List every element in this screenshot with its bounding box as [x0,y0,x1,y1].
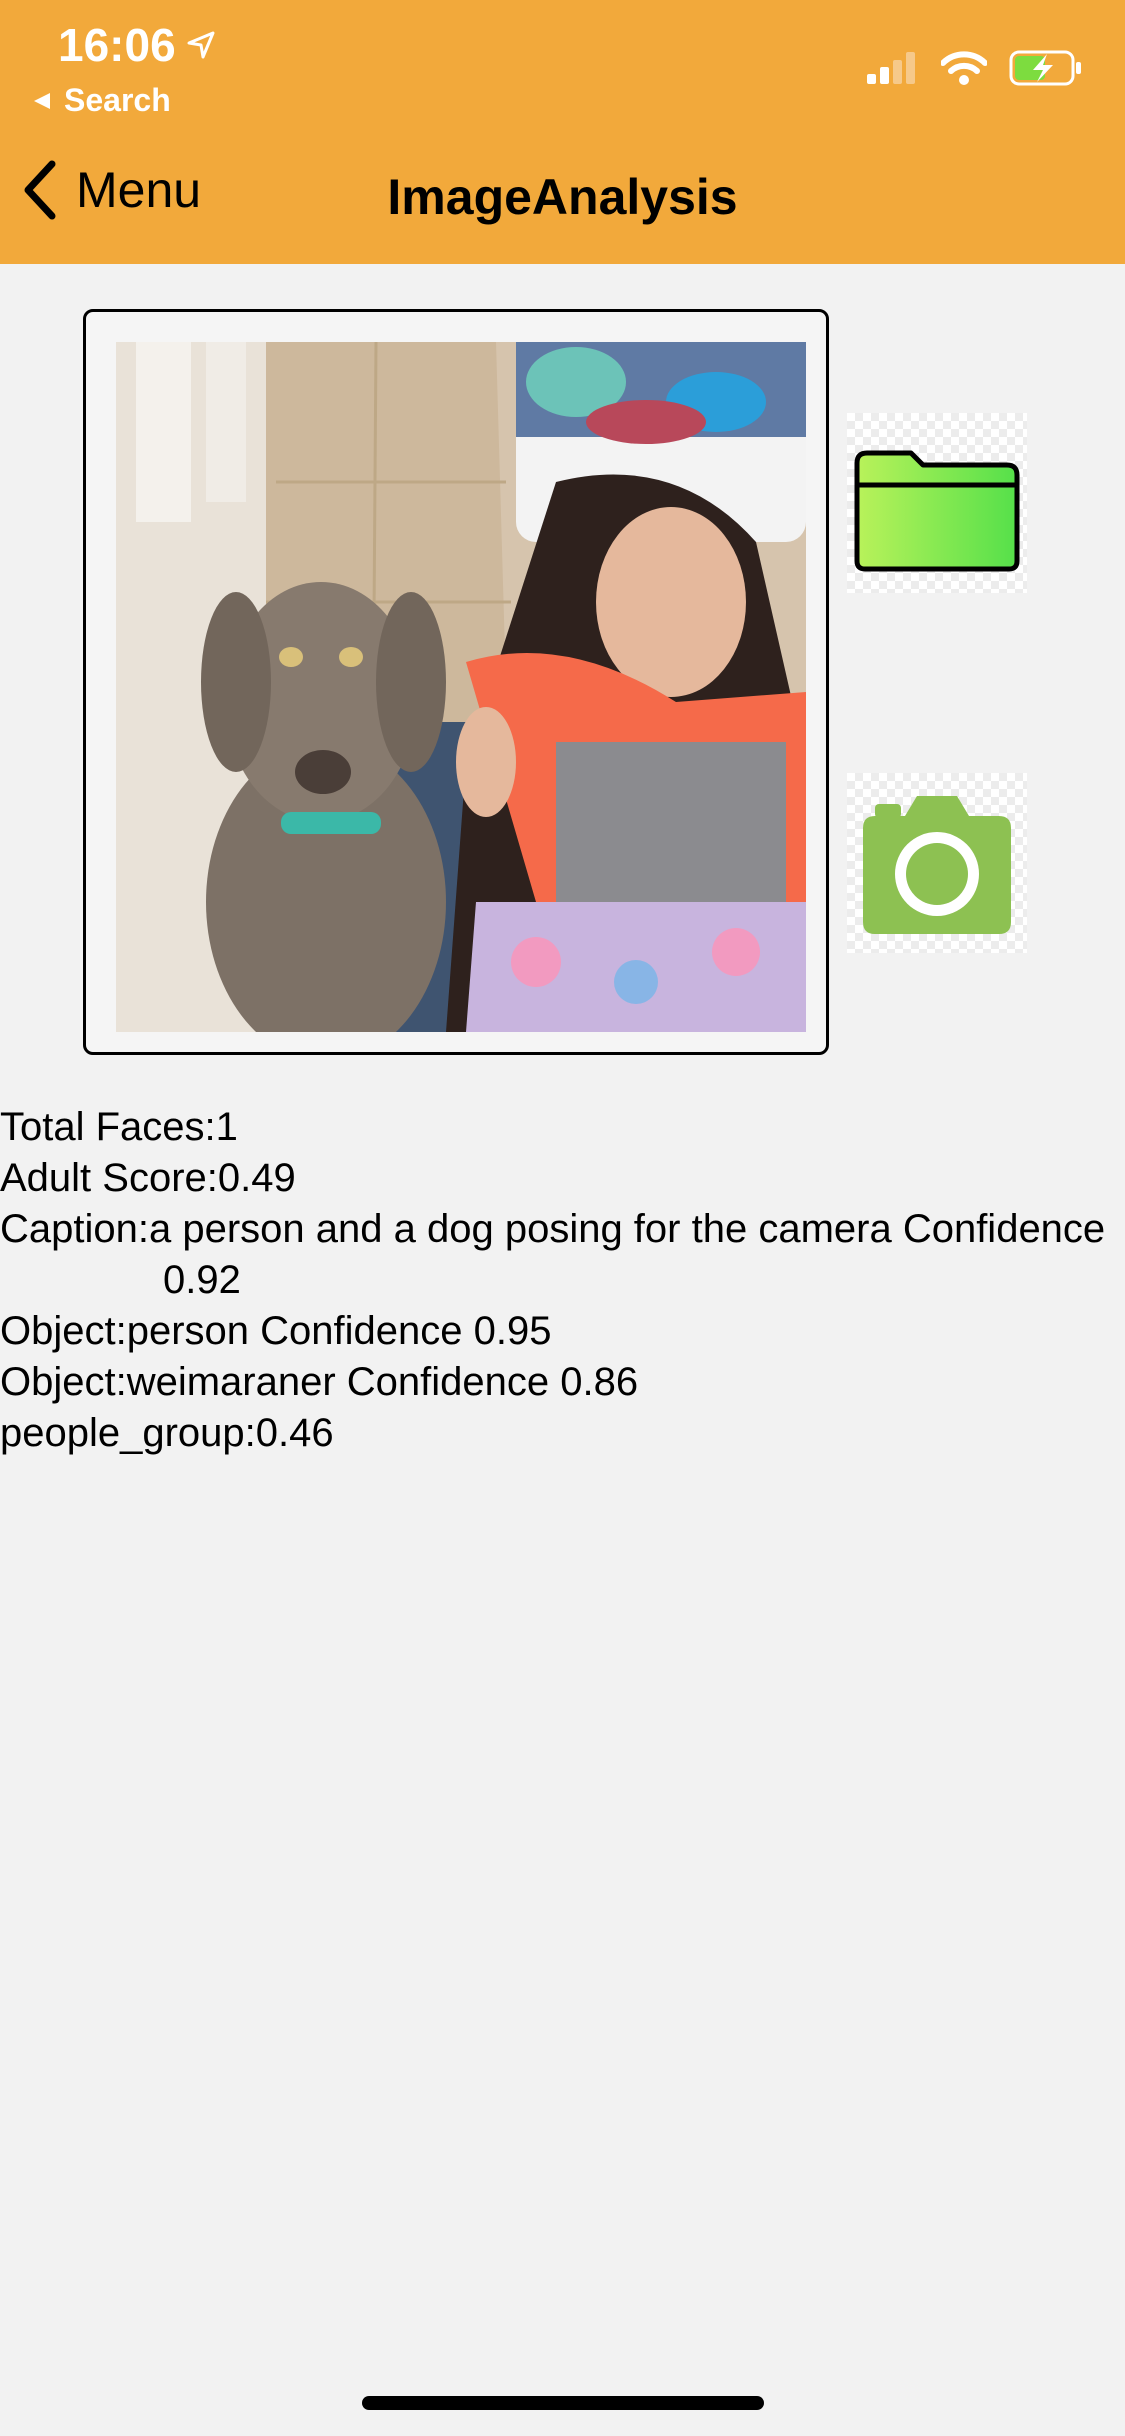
wifi-icon [941,51,987,85]
signal-icon [867,52,915,84]
back-to-search[interactable]: Search [32,82,171,119]
caption-text: Caption:a person and a dog posing for th… [0,1207,1106,1251]
object-weimaraner-text: Object:weimaraner Confidence 0.86 [0,1360,639,1404]
page-title: ImageAnalysis [387,169,738,225]
location-arrow-icon [187,31,215,59]
open-folder-button[interactable] [847,413,1027,593]
people-group-text: people_group:0.46 [0,1411,334,1455]
back-to-search-label: Search [64,82,171,118]
navigation-header: 16:06 Search Menu ImageAnalysis [0,0,1125,264]
analyzed-photo [116,342,806,1032]
adult-score-text: Adult Score:0.49 [0,1156,296,1200]
home-indicator[interactable] [362,2396,764,2410]
take-photo-button[interactable] [847,773,1027,953]
object-person-text: Object:person Confidence 0.95 [0,1309,552,1353]
caption-confidence-text: 0.92 [163,1258,241,1302]
total-faces-text: Total Faces:1 [0,1105,238,1149]
folder-icon [854,450,1020,572]
back-triangle-icon [34,92,50,109]
status-time-text: 16:06 [58,19,176,71]
image-preview-frame [83,309,829,1055]
status-indicators [867,50,1083,86]
analysis-results: Total Faces:1 Adult Score:0.49 Caption:a… [0,1102,1125,1459]
status-time: 16:06 [58,18,216,72]
battery-charging-icon [1009,50,1081,86]
camera-icon [863,796,1011,934]
